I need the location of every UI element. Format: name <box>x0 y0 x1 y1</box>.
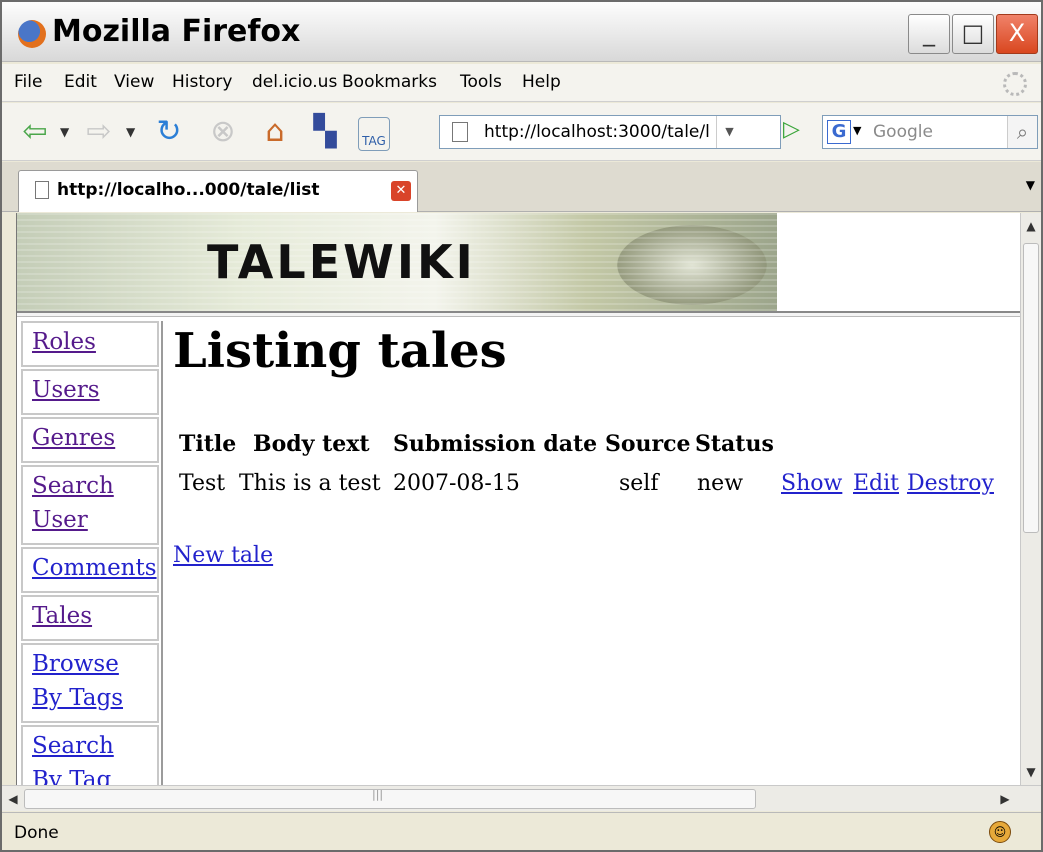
forward-arrow-icon[interactable]: ⇨ <box>80 113 118 151</box>
sidebar-item-browse-by-tags: Browse By Tags <box>21 643 159 723</box>
show-link[interactable]: Show <box>781 471 842 496</box>
cell-submission-date: 2007-08-15 <box>393 471 520 496</box>
tab-close-icon[interactable]: ✕ <box>391 181 411 201</box>
maximize-button[interactable]: □ <box>952 14 994 54</box>
scroll-grip-icon: ||| <box>372 788 384 801</box>
vertical-scroll-thumb[interactable] <box>1023 243 1039 533</box>
banner-decoration <box>617 225 767 305</box>
menu-bar: File Edit View History del.icio.us Bookm… <box>2 64 1041 102</box>
sidebar-link-comments[interactable]: Comments <box>32 555 157 581</box>
column-header-body-text: Body text <box>253 431 370 457</box>
menu-history[interactable]: History <box>172 72 232 92</box>
close-button[interactable]: X <box>996 14 1038 54</box>
sidebar-link-users[interactable]: Users <box>32 377 100 403</box>
tab-bar: http://localho...000/tale/list ✕ ▼ <box>2 162 1041 212</box>
sidebar-link-search-by-tag[interactable]: Search By Tag <box>32 733 114 785</box>
horizontal-scroll-thumb[interactable] <box>24 789 756 809</box>
throbber-icon <box>1003 72 1027 96</box>
status-bar: Done ☺ <box>2 812 1041 850</box>
browser-window: Mozilla Firefox _ □ X File Edit View His… <box>0 0 1043 852</box>
stop-icon[interactable]: ⊗ <box>204 113 242 151</box>
scroll-right-icon[interactable]: ▶ <box>994 788 1016 810</box>
page-icon <box>35 181 49 199</box>
sidebar-link-genres[interactable]: Genres <box>32 425 115 451</box>
scroll-left-icon[interactable]: ◀ <box>2 788 24 810</box>
sidebar-item-users: Users <box>21 369 159 415</box>
url-text[interactable]: http://localhost:3000/tale/l <box>484 122 710 142</box>
title-bar: Mozilla Firefox _ □ X <box>2 2 1041 62</box>
horizontal-scrollbar[interactable]: ◀ ||| ▶ <box>2 785 1041 811</box>
new-tale-link[interactable]: New tale <box>173 543 273 568</box>
sidebar-link-tales[interactable]: Tales <box>32 603 92 629</box>
google-icon[interactable]: G <box>827 120 851 144</box>
column-header-submission-date: Submission date <box>393 431 598 457</box>
window-title: Mozilla Firefox <box>52 14 301 49</box>
menu-delicious[interactable]: del.icio.us <box>252 72 337 92</box>
vertical-scrollbar[interactable]: ▲ ▼ <box>1020 213 1041 785</box>
go-arrow-icon[interactable]: ▷ <box>783 117 800 142</box>
cell-status: new <box>697 471 744 496</box>
address-bar[interactable]: http://localhost:3000/tale/l ▼ <box>439 115 781 149</box>
sidebar-link-browse-by-tags[interactable]: Browse By Tags <box>32 651 123 711</box>
firefox-logo-icon <box>18 20 46 48</box>
back-arrow-icon[interactable]: ⇦ <box>16 113 54 151</box>
destroy-link[interactable]: Destroy <box>907 471 994 496</box>
url-dropdown-icon[interactable]: ▼ <box>716 116 742 148</box>
banner-divider <box>17 311 1020 317</box>
page-title: Listing tales <box>173 323 507 379</box>
search-engine-dropdown-icon[interactable]: ▼ <box>853 124 861 137</box>
tab-label: http://localho...000/tale/list <box>57 180 320 200</box>
tab-tale-list[interactable]: http://localho...000/tale/list ✕ <box>18 170 418 212</box>
minimize-button[interactable]: _ <box>908 14 950 54</box>
search-input[interactable]: Google <box>873 122 933 142</box>
greasemonkey-icon[interactable]: ☺ <box>989 821 1011 843</box>
search-box[interactable]: G ▼ Google ⌕ <box>822 115 1038 149</box>
talewiki-banner: TALEWIKI <box>17 213 777 311</box>
cell-title: Test <box>179 471 226 496</box>
menu-view[interactable]: View <box>114 72 154 92</box>
sidebar-link-roles[interactable]: Roles <box>32 329 96 355</box>
page-content: TALEWIKI Roles Users Genres Search User … <box>16 213 1020 785</box>
scroll-up-icon[interactable]: ▲ <box>1022 215 1040 237</box>
sidebar: Roles Users Genres Search User Comments … <box>21 321 163 785</box>
main-content: Listing tales Title Body text Submission… <box>173 321 1013 781</box>
sidebar-item-tales: Tales <box>21 595 159 641</box>
column-header-status: Status <box>695 431 774 457</box>
edit-link[interactable]: Edit <box>853 471 899 496</box>
delicious-icon[interactable]: ▚ <box>306 113 344 151</box>
sidebar-item-search-user: Search User <box>21 465 159 545</box>
status-text: Done <box>14 823 59 843</box>
magnifier-icon[interactable]: ⌕ <box>1007 116 1037 148</box>
scroll-down-icon[interactable]: ▼ <box>1022 761 1040 783</box>
menu-help[interactable]: Help <box>522 72 561 92</box>
sidebar-item-search-by-tag: Search By Tag <box>21 725 159 785</box>
back-dropdown-icon[interactable]: ▼ <box>60 125 69 139</box>
menu-edit[interactable]: Edit <box>64 72 97 92</box>
forward-dropdown-icon[interactable]: ▼ <box>126 125 135 139</box>
page-icon <box>452 122 468 142</box>
column-header-title: Title <box>179 431 237 457</box>
cell-source: self <box>619 471 659 496</box>
menu-file[interactable]: File <box>14 72 42 92</box>
tag-icon[interactable]: TAG <box>358 117 390 151</box>
cell-body-text: This is a test <box>239 471 381 496</box>
sidebar-item-genres: Genres <box>21 417 159 463</box>
sidebar-item-roles: Roles <box>21 321 159 367</box>
column-header-source: Source <box>605 431 691 457</box>
menu-bookmarks[interactable]: Bookmarks <box>342 72 437 92</box>
sidebar-item-comments: Comments <box>21 547 159 593</box>
navigation-toolbar: ⇦ ▼ ⇨ ▼ ↻ ⊗ ⌂ ▚ TAG http://localhost:300… <box>2 103 1041 161</box>
home-icon[interactable]: ⌂ <box>256 113 294 151</box>
banner-logo-text: TALEWIKI <box>207 235 476 289</box>
sidebar-link-search-user[interactable]: Search User <box>32 473 114 533</box>
menu-tools[interactable]: Tools <box>460 72 502 92</box>
tab-list-dropdown-icon[interactable]: ▼ <box>1026 178 1035 192</box>
reload-icon[interactable]: ↻ <box>150 113 188 151</box>
